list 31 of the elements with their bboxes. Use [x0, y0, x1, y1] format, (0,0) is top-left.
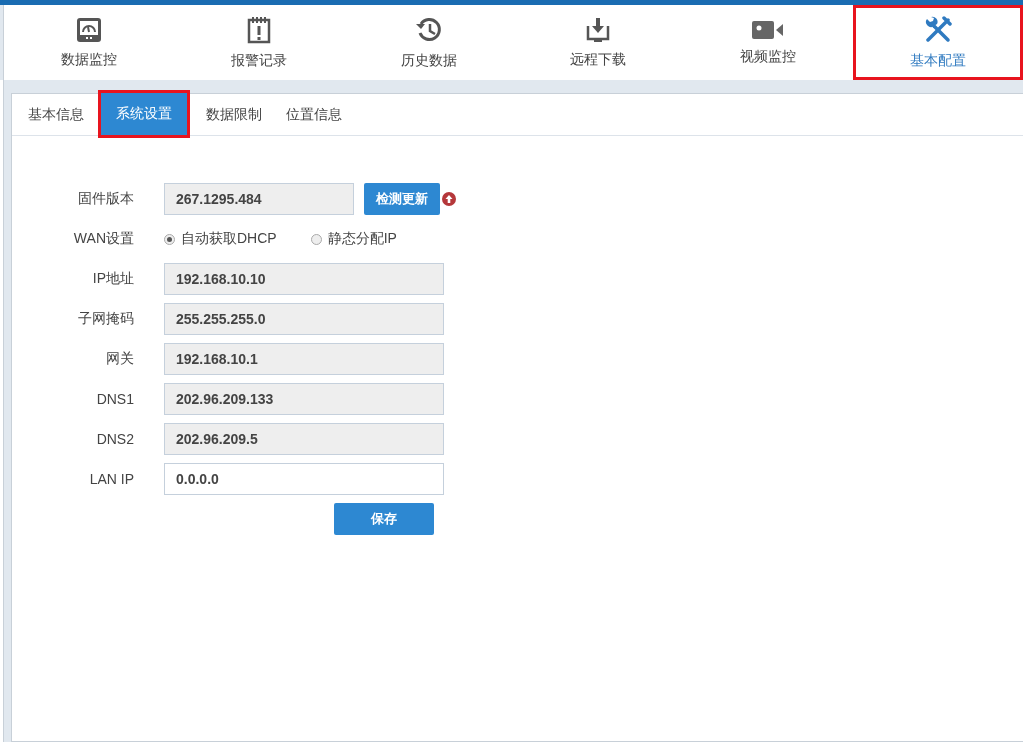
tab[interactable]: 数据限制 — [196, 94, 272, 135]
radio-icon[interactable] — [310, 233, 322, 245]
nav-item[interactable]: 视频监控 — [683, 5, 854, 80]
field-label: 固件版本 — [77, 190, 134, 208]
field-label: IP地址 — [91, 270, 134, 288]
tab[interactable]: 基本信息 — [18, 94, 94, 135]
nav-item[interactable]: 远程下载 — [513, 5, 684, 80]
field-label: DNS1 — [95, 391, 134, 407]
gauge-icon — [75, 16, 102, 43]
tab[interactable]: 系统设置 — [100, 92, 188, 136]
nav-item[interactable]: 基本配置 — [853, 5, 1023, 80]
history-icon — [414, 15, 443, 44]
video-camera-icon — [752, 19, 785, 40]
tab[interactable]: 位置信息 — [276, 94, 352, 135]
download-icon — [586, 16, 611, 43]
input-field[interactable]: 0.0.0.0 — [164, 463, 444, 495]
nav-item[interactable]: 报警记录 — [173, 5, 344, 80]
radio-option[interactable]: 自动获取DHCP — [164, 230, 277, 248]
save-button[interactable]: 保存 — [334, 503, 434, 535]
field-label: 网关 — [105, 350, 134, 368]
field-label: 子网掩码 — [77, 310, 134, 328]
upload-arrow-icon — [442, 192, 456, 206]
radio-option[interactable]: 静态分配IP — [310, 230, 397, 248]
field-label: LAN IP — [88, 471, 134, 487]
nav-item[interactable]: 数据监控 — [4, 5, 174, 80]
tools-icon — [924, 15, 953, 44]
alert-calendar-icon — [246, 15, 271, 44]
field-label: DNS2 — [95, 431, 134, 447]
nav-item[interactable]: 历史数据 — [343, 5, 514, 80]
field-label: WAN设置 — [72, 230, 134, 248]
radio-icon[interactable] — [164, 233, 175, 245]
